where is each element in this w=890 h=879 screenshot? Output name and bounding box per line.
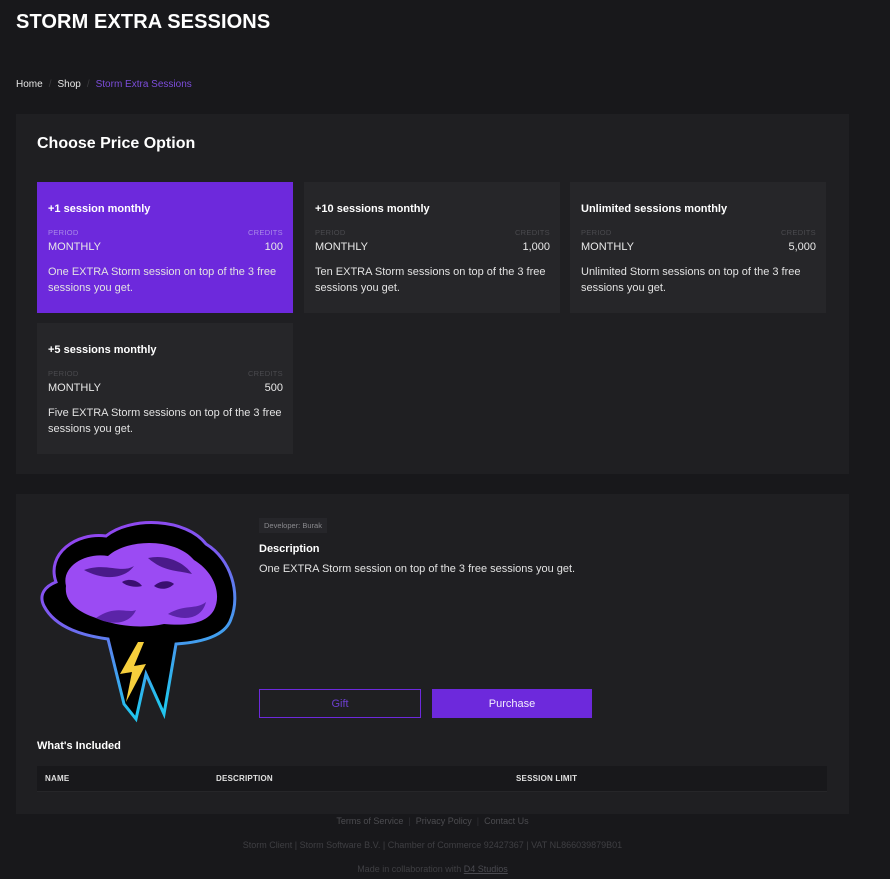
credits-value: 100: [264, 241, 283, 253]
period-value: MONTHLY: [48, 382, 101, 394]
column-header-name: NAME: [45, 774, 70, 783]
table-header: NAME DESCRIPTION SESSION LIMIT: [37, 766, 827, 791]
period-value: MONTHLY: [581, 241, 634, 253]
price-option-card[interactable]: +10 sessions monthly PERIOD CREDITS MONT…: [304, 182, 560, 313]
whats-included-title: What's Included: [37, 740, 121, 752]
breadcrumb-separator: /: [48, 79, 52, 90]
footer-links: Terms of Service | Privacy Policy | Contact …: [336, 816, 529, 826]
privacy-policy-link[interactable]: Privacy Policy: [416, 816, 472, 826]
price-section-title: Choose Price Option: [37, 135, 196, 152]
storm-cloud-lightning-logo-icon: [36, 514, 241, 724]
credits-value: 5,000: [788, 241, 816, 253]
table-body: [37, 791, 827, 813]
period-value: MONTHLY: [315, 241, 368, 253]
breadcrumb: Home / Shop / Storm Extra Sessions: [16, 79, 192, 90]
price-option-description: One EXTRA Storm session on top of the 3 …: [48, 266, 277, 294]
terms-of-service-link[interactable]: Terms of Service: [336, 816, 403, 826]
credits-label: CREDITS: [247, 369, 283, 378]
price-option-description: Five EXTRA Storm sessions on top of the …: [48, 407, 282, 435]
contact-us-link[interactable]: Contact Us: [484, 816, 529, 826]
column-header-session-limit: SESSION LIMIT: [516, 774, 578, 783]
price-option-title: Unlimited sessions monthly: [581, 203, 728, 215]
page-title: STORM EXTRA SESSIONS: [16, 11, 271, 33]
price-option-card[interactable]: Unlimited sessions monthly PERIOD CREDIT…: [570, 182, 826, 313]
period-label: PERIOD: [315, 228, 346, 237]
d4-studios-link[interactable]: D4 Studios: [464, 864, 508, 874]
breadcrumb-home[interactable]: Home: [16, 79, 43, 90]
period-label: PERIOD: [48, 228, 79, 237]
price-option-description: Unlimited Storm sessions on top of the 3…: [581, 266, 801, 294]
credits-label: CREDITS: [514, 228, 550, 237]
included-table: NAME DESCRIPTION SESSION LIMIT: [37, 766, 827, 813]
breadcrumb-separator: /: [86, 79, 90, 90]
description-text: One EXTRA Storm session on top of the 3 …: [259, 563, 576, 575]
credits-label: CREDITS: [780, 228, 816, 237]
credits-label: CREDITS: [247, 228, 283, 237]
description-title: Description: [259, 543, 320, 555]
credits-value: 1,000: [522, 241, 550, 253]
product-detail-panel: Developer: Burak Description One EXTRA S…: [16, 494, 849, 814]
footer-collab: Made in collaboration with D4 Studios: [0, 864, 865, 874]
price-option-title: +10 sessions monthly: [315, 203, 430, 215]
period-value: MONTHLY: [48, 241, 101, 253]
price-option-title: +5 sessions monthly: [48, 344, 157, 356]
breadcrumb-current: Storm Extra Sessions: [95, 79, 192, 90]
credits-value: 500: [264, 382, 283, 394]
price-option-card[interactable]: +1 session monthly PERIOD CREDITS MONTHL…: [37, 182, 293, 313]
column-header-description: DESCRIPTION: [216, 774, 273, 783]
developer-badge: Developer: Burak: [259, 518, 327, 533]
breadcrumb-shop[interactable]: Shop: [57, 79, 80, 90]
period-label: PERIOD: [581, 228, 612, 237]
price-option-description: Ten EXTRA Storm sessions on top of the 3…: [315, 266, 546, 294]
gift-button[interactable]: Gift: [259, 689, 421, 718]
purchase-button[interactable]: Purchase: [432, 689, 592, 718]
collab-prefix: Made in collaboration with: [357, 864, 462, 874]
footer-legal-text: Storm Client | Storm Software B.V. | Cha…: [242, 840, 623, 850]
price-options-panel: Choose Price Option +1 session monthly P…: [16, 114, 849, 474]
price-option-card[interactable]: +5 sessions monthly PERIOD CREDITS MONTH…: [37, 323, 293, 454]
period-label: PERIOD: [48, 369, 79, 378]
price-option-title: +1 session monthly: [48, 203, 151, 215]
